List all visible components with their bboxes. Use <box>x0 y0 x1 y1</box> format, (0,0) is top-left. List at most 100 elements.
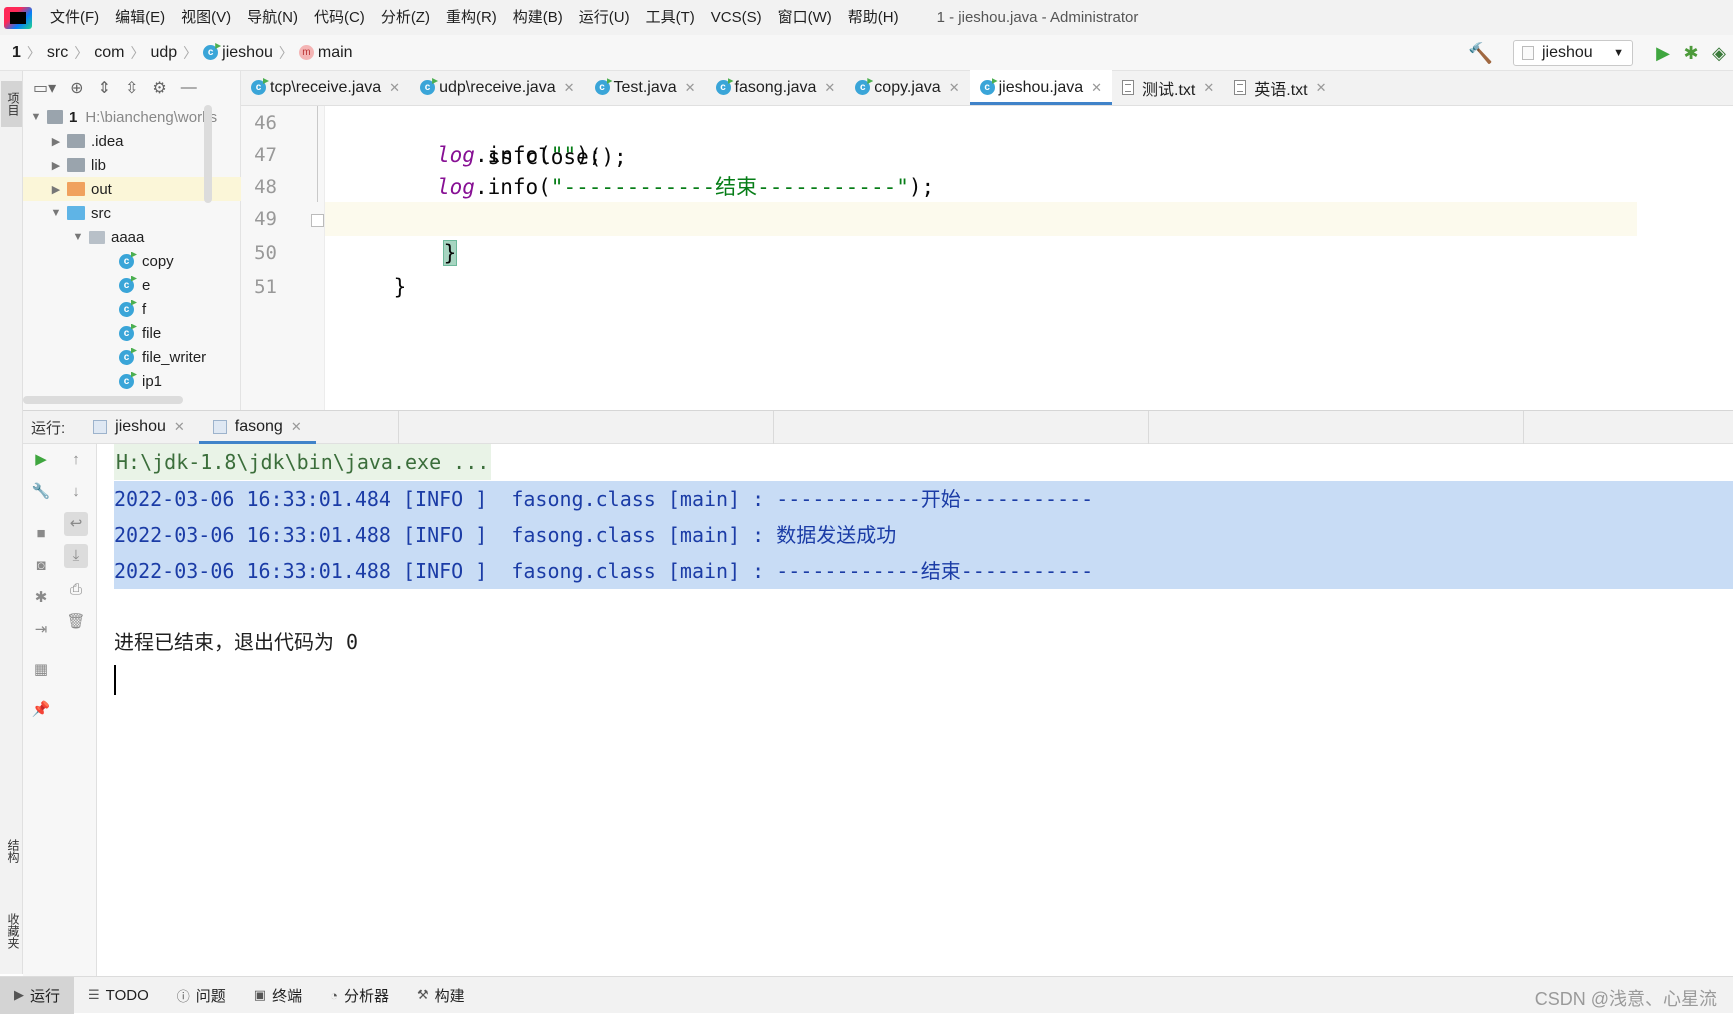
close-icon[interactable]: ✕ <box>174 419 185 435</box>
close-icon[interactable]: ✕ <box>824 80 835 96</box>
tree-row-f[interactable]: c f <box>23 297 241 321</box>
tree-label: file <box>142 324 162 342</box>
menu-code[interactable]: 代码(C) <box>306 0 373 35</box>
tree-row-file-writer[interactable]: c file_writer <box>23 345 241 369</box>
trash-icon[interactable]: 🗑 <box>64 610 88 634</box>
tab-test[interactable]: c Test.java ✕ <box>585 70 706 105</box>
tree-row-aaaa[interactable]: ▼ aaaa <box>23 225 241 249</box>
gear-icon[interactable]: ⚙ <box>152 78 166 98</box>
console-output[interactable]: H:\jdk-1.8\jdk\bin\java.exe ... 2022-03-… <box>97 444 1733 976</box>
breadcrumb-project[interactable]: 1 <box>0 44 27 62</box>
run-tab-jieshou[interactable]: jieshou ✕ <box>79 411 199 444</box>
tab-ceshi-txt[interactable]: 测试.txt ✕ <box>1112 70 1224 105</box>
close-icon[interactable]: ✕ <box>1203 80 1214 96</box>
tab-fasong[interactable]: c fasong.java ✕ <box>706 70 846 105</box>
menu-tools[interactable]: 工具(T) <box>638 0 703 35</box>
close-icon[interactable]: ✕ <box>389 80 400 96</box>
tab-jieshou[interactable]: c jieshou.java ✕ <box>969 70 1113 105</box>
breadcrumb-src[interactable]: src <box>41 44 74 62</box>
breadcrumb-separator-icon: 〉 <box>130 44 145 61</box>
info-circle-icon: ⓘ <box>176 988 190 1004</box>
bottom-tab-build[interactable]: ⚒ 构建 <box>403 977 479 1014</box>
bottom-tab-profiler[interactable]: ◔ 分析器 <box>316 977 403 1014</box>
pin-icon[interactable]: 📌 <box>29 698 53 722</box>
menu-edit[interactable]: 编辑(E) <box>107 0 173 35</box>
menu-analyze[interactable]: 分析(Z) <box>373 0 438 35</box>
minimize-icon[interactable]: — <box>181 79 197 97</box>
tree-row-ip1[interactable]: c ip1 <box>23 369 241 393</box>
structure-tool-tab[interactable]: 结构 <box>1 831 22 871</box>
breadcrumb-udp[interactable]: udp <box>144 44 183 62</box>
run-play-icon[interactable]: ▶ <box>1649 43 1677 64</box>
exit-icon[interactable]: ⇥ <box>29 618 53 642</box>
menu-file[interactable]: 文件(F) <box>42 0 107 35</box>
stop-icon[interactable]: ■ <box>29 522 53 546</box>
chevron-down-icon: ▼ <box>1613 47 1624 59</box>
close-icon[interactable]: ✕ <box>291 419 302 435</box>
project-vertical-scrollbar[interactable] <box>204 105 212 203</box>
run-tab-label: fasong <box>234 418 283 435</box>
menu-navigate[interactable]: 导航(N) <box>239 0 306 35</box>
console-info-line: 2022-03-06 16:33:01.488 [INFO ] fasong.c… <box>114 523 897 547</box>
bottom-tab-todo[interactable]: ☰ TODO <box>74 977 163 1014</box>
bottom-tool-bar: ▶ 运行 ☰ TODO ⓘ 问题 ▣ 终端 ◔ 分析器 ⚒ 构建 CSDN @浅… <box>0 976 1733 1014</box>
collapse-all-icon[interactable]: ⇳ <box>125 78 138 98</box>
breadcrumb-com[interactable]: com <box>88 44 130 62</box>
coverage-shield-icon[interactable]: ◈ <box>1705 43 1733 64</box>
menu-vcs[interactable]: VCS(S) <box>703 0 770 35</box>
debug-disabled-icon[interactable]: ✱ <box>29 586 53 610</box>
menu-refactor[interactable]: 重构(R) <box>438 0 505 35</box>
close-icon[interactable]: ✕ <box>1091 80 1102 96</box>
soft-wrap-icon[interactable]: ↩ <box>64 512 88 536</box>
java-class-icon: c <box>119 325 134 341</box>
project-toolbar: ▭▾ ⊕ ⇕ ⇳ ⚙ — <box>23 71 240 105</box>
menu-view[interactable]: 视图(V) <box>173 0 239 35</box>
menu-help[interactable]: 帮助(H) <box>840 0 907 35</box>
close-icon[interactable]: ✕ <box>685 80 696 96</box>
code-string: "------------结束-----------" <box>550 175 909 199</box>
breadcrumb-main[interactable]: m main <box>293 44 359 62</box>
menu-run[interactable]: 运行(U) <box>571 0 638 35</box>
debug-bug-icon[interactable]: ✱ <box>1677 43 1705 64</box>
project-view-selector-icon[interactable]: ▭▾ <box>33 78 56 98</box>
fold-guide <box>317 106 318 202</box>
arrow-up-icon[interactable]: ↑ <box>64 448 88 472</box>
favorites-tool-tab[interactable]: 收藏夹 <box>1 901 22 961</box>
wrench-icon[interactable]: 🔧 <box>29 480 53 504</box>
close-icon[interactable]: ✕ <box>564 80 575 96</box>
tab-yingyu-txt[interactable]: 英语.txt ✕ <box>1224 70 1336 105</box>
locate-target-icon[interactable]: ⊕ <box>70 78 83 98</box>
project-tool-tab[interactable]: 项目 <box>1 81 22 127</box>
close-icon[interactable]: ✕ <box>949 80 960 96</box>
bottom-tab-problems[interactable]: ⓘ 问题 <box>163 977 240 1014</box>
rerun-play-icon[interactable]: ▶ <box>29 448 53 472</box>
run-tab-fasong[interactable]: fasong ✕ <box>198 411 316 444</box>
tab-udp-receive[interactable]: c udp\receive.java ✕ <box>410 70 584 105</box>
source-folder-icon <box>67 206 85 220</box>
code-editor[interactable]: 46 47 48 49 50 51 ss.close(); log.info("… <box>241 106 1733 410</box>
tree-row-src[interactable]: ▼ src <box>23 201 241 225</box>
run-config-dropdown[interactable]: jieshou ▼ <box>1513 40 1633 66</box>
tree-row-e[interactable]: c e <box>23 273 241 297</box>
tree-row-copy[interactable]: c copy <box>23 249 241 273</box>
layout-icon[interactable]: ▦ <box>29 658 53 682</box>
project-horizontal-scrollbar[interactable] <box>23 396 183 404</box>
arrow-down-icon[interactable]: ↓ <box>64 480 88 504</box>
tree-row-file[interactable]: c file <box>23 321 241 345</box>
tab-copy[interactable]: c copy.java ✕ <box>845 70 969 105</box>
print-icon[interactable]: ⎙ <box>64 578 88 602</box>
bottom-tab-terminal[interactable]: ▣ 终端 <box>240 977 316 1014</box>
bottom-tab-run[interactable]: ▶ 运行 <box>0 976 75 1014</box>
fold-marker-icon[interactable] <box>311 214 324 227</box>
build-hammer-icon[interactable]: 🔨 <box>1468 41 1493 66</box>
bottom-tab-label: 构建 <box>434 987 465 1005</box>
expand-all-icon[interactable]: ⇕ <box>98 78 111 98</box>
scroll-to-end-icon[interactable]: ⤓ <box>64 544 88 568</box>
breadcrumb-jieshou[interactable]: c jieshou <box>197 44 279 62</box>
close-icon[interactable]: ✕ <box>1316 80 1327 96</box>
menu-build[interactable]: 构建(B) <box>505 0 571 35</box>
tab-tcp-receive[interactable]: c tcp\receive.java ✕ <box>241 70 410 105</box>
camera-icon[interactable]: ◙ <box>29 554 53 578</box>
menu-window[interactable]: 窗口(W) <box>770 0 840 35</box>
divider <box>1148 411 1149 445</box>
